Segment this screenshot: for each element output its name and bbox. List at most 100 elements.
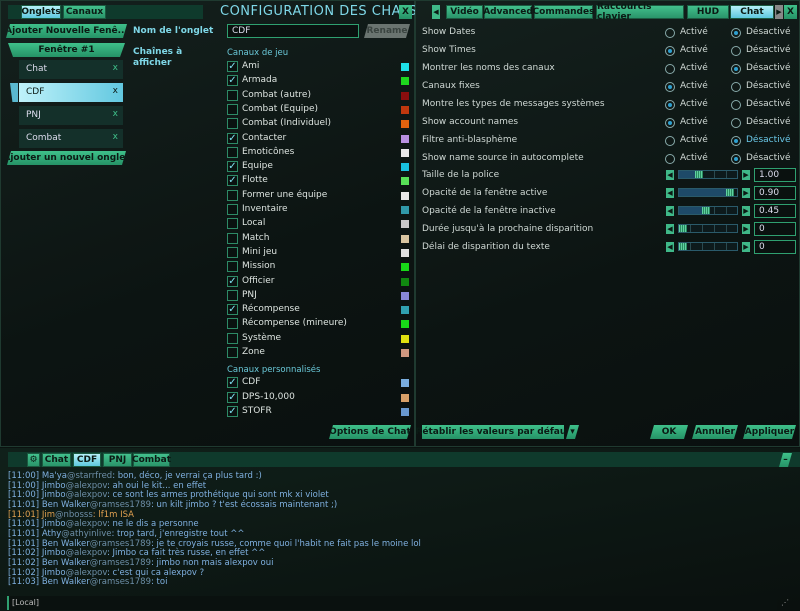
remove-tab-icon[interactable]: x (113, 132, 118, 142)
slider-track[interactable] (678, 224, 738, 233)
enabled-radio[interactable] (665, 154, 675, 164)
disabled-label[interactable]: Désactivé (746, 81, 791, 91)
channel-checkbox[interactable]: ✓ (227, 132, 238, 144)
channel-color-swatch[interactable] (401, 220, 409, 229)
message-account[interactable]: @athyinlive (61, 529, 111, 539)
enabled-label[interactable]: Activé (680, 99, 708, 109)
channel-checkbox[interactable]: ✓ (227, 391, 238, 403)
tab-canaux[interactable]: Canaux (63, 5, 106, 19)
enabled-radio[interactable] (665, 46, 675, 56)
channel-color-swatch[interactable] (401, 77, 409, 86)
message-account[interactable]: @alexpov (66, 490, 107, 500)
reset-defaults-button[interactable]: Rétablir les valeurs par défaut (415, 425, 571, 439)
channel-color-swatch[interactable] (401, 105, 409, 114)
remove-tab-icon[interactable]: x (113, 86, 118, 96)
enabled-label[interactable]: Activé (680, 117, 708, 127)
channel-color-swatch[interactable] (401, 320, 409, 329)
enabled-label[interactable]: Activé (680, 153, 708, 163)
channel-color-swatch[interactable] (401, 291, 409, 300)
slider-thumb[interactable] (679, 243, 687, 250)
disabled-label[interactable]: Désactivé (746, 153, 791, 163)
disabled-label[interactable]: Désactivé (746, 63, 791, 73)
channel-checkbox[interactable] (227, 347, 238, 358)
rename-button[interactable]: Rename (364, 24, 410, 38)
slider-track[interactable] (678, 242, 738, 251)
channel-checkbox[interactable]: ✓ (227, 406, 238, 417)
chat-tab-item[interactable]: PNJ x (19, 106, 123, 125)
channel-checkbox[interactable] (227, 89, 238, 101)
channel-color-swatch[interactable] (401, 163, 409, 172)
slider-value-input[interactable]: 1.00 (754, 168, 796, 182)
slider-thumb[interactable] (679, 225, 687, 232)
enabled-radio[interactable] (665, 118, 675, 128)
enabled-radio[interactable] (665, 28, 675, 38)
channel-color-swatch[interactable] (401, 148, 409, 157)
cancel-button[interactable]: Annuler (692, 425, 738, 439)
channel-checkbox[interactable] (227, 318, 238, 330)
channel-checkbox[interactable] (227, 218, 238, 230)
enabled-radio[interactable] (665, 100, 675, 110)
settings-tab[interactable]: HUD (687, 5, 729, 19)
channel-color-swatch[interactable] (401, 408, 409, 416)
disabled-radio[interactable] (731, 82, 741, 92)
channel-color-swatch[interactable] (401, 277, 409, 286)
remove-tab-icon[interactable]: x (113, 63, 118, 73)
chat-options-button[interactable]: Options de Chat (329, 425, 411, 439)
tabs-left-arrow[interactable]: ◀ (432, 5, 440, 19)
channel-color-swatch[interactable] (401, 134, 409, 143)
channel-color-swatch[interactable] (401, 334, 409, 343)
settings-tab[interactable]: Chat (730, 5, 774, 19)
slider-decrease-arrow[interactable]: ◀ (666, 242, 674, 252)
message-sender[interactable]: Ben Walker (42, 558, 90, 568)
message-sender[interactable]: Jimbo (42, 519, 66, 529)
chat-window-tab[interactable]: PNJ (103, 453, 132, 467)
channel-color-swatch[interactable] (401, 91, 409, 100)
channel-checkbox[interactable]: ✓ (227, 61, 238, 72)
channel-checkbox[interactable]: ✓ (227, 377, 238, 388)
slider-increase-arrow[interactable]: ▶ (742, 188, 750, 198)
channel-color-swatch[interactable] (401, 379, 409, 387)
message-account[interactable]: @ramses1789 (90, 558, 151, 568)
disabled-radio[interactable] (731, 64, 741, 74)
disabled-label[interactable]: Désactivé (746, 99, 791, 109)
channel-color-swatch[interactable] (401, 234, 409, 243)
slider-increase-arrow[interactable]: ▶ (742, 206, 750, 216)
channel-color-swatch[interactable] (401, 349, 409, 357)
channel-color-swatch[interactable] (401, 63, 409, 71)
chat-window-tab[interactable]: CDF (73, 453, 101, 467)
slider-increase-arrow[interactable]: ▶ (742, 170, 750, 180)
tab-name-input[interactable]: CDF (227, 24, 359, 38)
slider-thumb[interactable] (702, 207, 711, 214)
chat-tab-item[interactable]: CDF x (19, 83, 123, 102)
message-account[interactable]: @alexpov (66, 568, 107, 578)
tab-onglets[interactable]: Onglets (21, 5, 61, 19)
slider-track[interactable] (678, 206, 738, 215)
message-sender[interactable]: Jimbo (42, 568, 66, 578)
disabled-radio[interactable] (731, 46, 741, 56)
window-header[interactable]: Fenêtre #1 (8, 43, 125, 57)
slider-decrease-arrow[interactable]: ◀ (666, 206, 674, 216)
message-account[interactable]: @alexpov (66, 548, 107, 558)
channel-color-swatch[interactable] (401, 393, 409, 402)
channel-checkbox[interactable]: ✓ (227, 75, 238, 87)
slider-decrease-arrow[interactable]: ◀ (666, 170, 674, 180)
enabled-label[interactable]: Activé (680, 63, 708, 73)
slider-value-input[interactable]: 0 (754, 240, 796, 254)
channel-checkbox[interactable] (227, 204, 238, 215)
resize-grip-icon[interactable]: ⋰ (781, 598, 795, 609)
channel-checkbox[interactable]: ✓ (227, 275, 238, 287)
slider-value-input[interactable]: 0 (754, 222, 796, 236)
message-sender[interactable]: Ma'ya (42, 471, 67, 481)
slider-track[interactable] (678, 170, 738, 179)
add-tab-button[interactable]: Ajouter un nouvel onglet (7, 151, 126, 165)
options-close-button[interactable]: X (784, 5, 797, 19)
message-sender[interactable]: Ben Walker (42, 500, 90, 510)
chat-input[interactable]: [Local] (7, 596, 777, 610)
slider-value-input[interactable]: 0.90 (754, 186, 796, 200)
channel-checkbox[interactable] (227, 103, 238, 115)
settings-tab[interactable]: Raccourcis clavier (596, 2, 684, 22)
channel-color-swatch[interactable] (401, 191, 409, 200)
slider-decrease-arrow[interactable]: ◀ (666, 188, 674, 198)
enabled-label[interactable]: Activé (680, 81, 708, 91)
enabled-radio[interactable] (665, 136, 675, 146)
